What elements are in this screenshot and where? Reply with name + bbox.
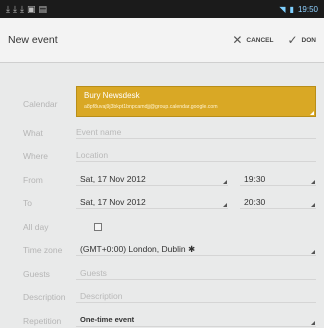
from-date-picker[interactable]: Sat, 17 Nov 2012 xyxy=(76,172,228,186)
battery-icon: ▮ xyxy=(289,4,294,14)
calendar-name: Bury Newsdesk xyxy=(84,91,140,100)
all-day-checkbox[interactable] xyxy=(94,223,102,231)
dropdown-corner-icon xyxy=(310,111,314,115)
description-label: Description xyxy=(23,292,66,302)
to-date-picker[interactable]: Sat, 17 Nov 2012 xyxy=(76,195,228,209)
time-zone-label: Time zone xyxy=(23,245,63,255)
guests-label: Guests xyxy=(23,269,50,279)
system-status: ◥ ▮ 19:50 xyxy=(279,5,318,14)
notification-icons: ⤓ ⤓ ⤓ ▣ ▤ xyxy=(6,4,47,15)
action-bar: New event ✕ CANCEL ✓ DON xyxy=(0,18,324,63)
calendar-label: Calendar xyxy=(23,99,58,109)
from-date: Sat, 17 Nov 2012 xyxy=(80,174,146,184)
cancel-label: CANCEL xyxy=(246,36,274,44)
location-field[interactable]: Location xyxy=(76,148,316,162)
dropdown-corner-icon xyxy=(311,321,315,325)
repetition-selector[interactable]: One-time event xyxy=(76,313,316,327)
what-label: What xyxy=(23,128,43,138)
wifi-icon: ◥ xyxy=(279,4,286,14)
all-day-label: All day xyxy=(23,222,49,232)
event-name-field[interactable]: Event name xyxy=(76,125,316,139)
repetition-value: One-time event xyxy=(80,315,135,324)
dropdown-corner-icon xyxy=(311,180,315,184)
cancel-button[interactable]: ✕ CANCEL xyxy=(232,33,273,47)
download-icon: ⤓ xyxy=(19,3,24,14)
dropdown-corner-icon xyxy=(311,250,315,254)
to-date: Sat, 17 Nov 2012 xyxy=(80,197,146,207)
page-title: New event xyxy=(8,34,58,46)
from-time-picker[interactable]: 19:30 xyxy=(240,172,316,186)
dropdown-corner-icon xyxy=(311,203,315,207)
calendar-selector[interactable]: Bury Newsdesk a8pf8uvaj9j3bkpt1bnpcamdjj… xyxy=(76,86,316,117)
description-field[interactable]: Description xyxy=(76,289,316,303)
from-label: From xyxy=(23,175,43,185)
repetition-label: Repetition xyxy=(23,316,62,326)
clock: 19:50 xyxy=(297,4,318,14)
photo-icon: ▤ xyxy=(38,3,47,14)
time-zone-selector[interactable]: (GMT+0:00) London, Dublin ✱ xyxy=(76,242,316,256)
guests-field[interactable]: Guests xyxy=(76,266,316,280)
time-zone-value: (GMT+0:00) London, Dublin ✱ xyxy=(80,244,196,254)
where-label: Where xyxy=(23,151,49,161)
close-icon: ✕ xyxy=(232,33,243,47)
done-label: DON xyxy=(301,36,316,44)
from-time: 19:30 xyxy=(244,174,266,184)
dropdown-corner-icon xyxy=(223,180,227,184)
to-label: To xyxy=(23,198,32,208)
to-time: 20:30 xyxy=(244,197,266,207)
dropdown-corner-icon xyxy=(223,203,227,207)
download-icon: ⤓ xyxy=(6,3,10,14)
gallery-icon: ▣ xyxy=(26,3,36,14)
to-time-picker[interactable]: 20:30 xyxy=(240,195,316,209)
check-icon: ✓ xyxy=(287,33,298,47)
download-icon: ⤓ xyxy=(12,3,17,14)
calendar-email: a8pf8uvaj9j3bkpt1bnpcamdjj@group.calenda… xyxy=(84,104,218,110)
status-bar: ⤓ ⤓ ⤓ ▣ ▤ ◥ ▮ 19:50 xyxy=(0,0,324,18)
done-button[interactable]: ✓ DON xyxy=(287,33,316,47)
